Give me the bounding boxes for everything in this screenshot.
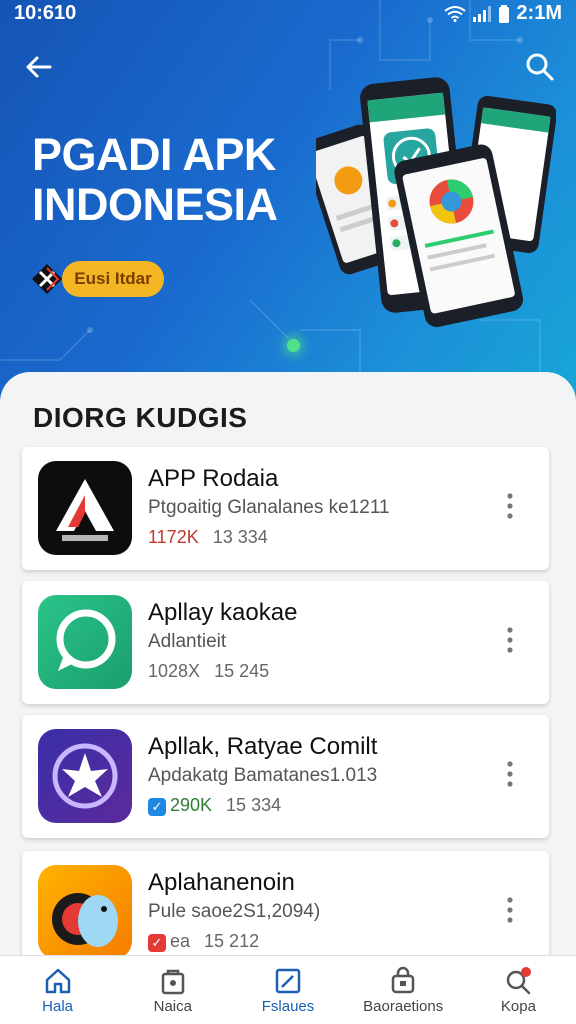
app-name: APP Rodaia	[148, 465, 279, 492]
nav-item-store[interactable]: Naica	[115, 956, 230, 1024]
nav-label: Naica	[153, 998, 192, 1015]
more-options-icon[interactable]	[505, 895, 515, 925]
app-subtitle: Adlantieit	[148, 631, 227, 652]
more-options-icon[interactable]	[505, 625, 515, 655]
back-arrow-icon[interactable]	[22, 50, 56, 84]
nav-item-edit[interactable]: Fslaues	[230, 956, 345, 1024]
app-icon	[38, 865, 132, 959]
app-size: 15 245	[214, 661, 270, 681]
app-screen: 10:610 2:1M PGADI APK INDONESIA Eusi Itd…	[0, 0, 576, 1024]
hero-title-line2: INDONESIA	[32, 179, 278, 230]
nav-label: Fslaues	[261, 998, 315, 1015]
app-icon	[38, 729, 132, 823]
app-name: Apllay kaokae	[148, 599, 298, 626]
wifi-icon	[444, 5, 467, 22]
app-name: Apllak, Ratyae Comilt	[148, 733, 378, 760]
verified-check-icon: ✓	[148, 798, 166, 816]
section-title: DIORG KUDGIS	[33, 402, 248, 433]
app-card[interactable]: Apllay kaokae Adlantieit 1028X 15 245	[22, 581, 549, 704]
app-downloads: 1028X	[148, 661, 201, 681]
app-downloads: 290K	[170, 795, 213, 815]
phones-illustration	[316, 77, 556, 328]
app-downloads: ea	[170, 931, 191, 951]
star-emblem-icon	[38, 729, 132, 823]
chat-bubble-icon	[38, 595, 132, 689]
nav-item-home[interactable]: Hala	[0, 956, 115, 1024]
nav-item-search[interactable]: Kopa	[461, 956, 576, 1024]
bag-icon	[391, 966, 415, 994]
brand-logo-icon	[32, 264, 62, 294]
app-card[interactable]: APP Rodaia Ptgoaitig Glanalanes ke1211 1…	[22, 447, 549, 570]
status-bar: 10:610 2:1M	[0, 0, 576, 28]
app-size: 15 334	[226, 795, 282, 815]
app-subtitle: Pule saoe2S1,2094)	[148, 901, 321, 922]
signal-icon	[473, 5, 492, 22]
more-options-icon[interactable]	[505, 491, 515, 521]
nav-item-bag[interactable]: Baoraetions	[346, 956, 461, 1024]
hero-title-line1: PGADI APK	[32, 129, 276, 180]
battery-icon	[499, 4, 510, 23]
nav-label: Kopa	[500, 998, 536, 1015]
store-icon	[161, 969, 185, 995]
app-stats: 1028X 15 245	[148, 661, 269, 682]
app-stats: ✓ 290K 15 334	[148, 795, 281, 816]
app-subtitle: Ptgoaitig Glanalanes ke1211	[148, 497, 390, 518]
app-icon	[38, 595, 132, 689]
app-downloads: 1172K	[148, 527, 199, 547]
status-clock: 2:1M	[516, 2, 562, 24]
app-downloads-group: ✓ 290K	[148, 795, 212, 816]
hero-banner: 10:610 2:1M PGADI APK INDONESIA Eusi Itd…	[0, 0, 576, 400]
app-size: 13 334	[212, 527, 268, 547]
nav-label: Hala	[42, 998, 74, 1015]
more-options-icon[interactable]	[505, 759, 515, 789]
search-notification-icon	[507, 967, 532, 995]
app-subtitle: Apdakatg Bamatanes1.013	[148, 765, 378, 786]
badge-icon: ✓	[148, 934, 166, 952]
nav-label: Baoraetions	[363, 998, 444, 1015]
app-card[interactable]: Apllak, Ratyae Comilt Apdakatg Bamatanes…	[22, 715, 549, 838]
a-logo-icon	[38, 461, 132, 555]
hero-badge-button[interactable]: Eusi Itdar	[62, 261, 164, 297]
bottom-navigation: Hala Naica Fslaues Baoraetions Kopa	[0, 955, 576, 1024]
hero-title: PGADI APK INDONESIA	[32, 130, 332, 230]
edit-icon	[275, 968, 301, 994]
app-name: Aplahanenoin	[148, 869, 295, 896]
app-downloads-group: ✓ ea	[148, 931, 190, 952]
bird-logo-icon	[38, 865, 132, 959]
app-stats: ✓ ea 15 212	[148, 931, 259, 952]
glow-dot	[287, 339, 300, 352]
home-icon	[45, 968, 70, 994]
app-size: 15 212	[204, 931, 260, 951]
app-stats: 1172K 13 334	[148, 527, 268, 548]
status-time: 10:610	[14, 2, 77, 24]
app-icon	[38, 461, 132, 555]
app-card[interactable]: Aplahanenoin Pule saoe2S1,2094) ✓ ea 15 2…	[22, 851, 549, 961]
